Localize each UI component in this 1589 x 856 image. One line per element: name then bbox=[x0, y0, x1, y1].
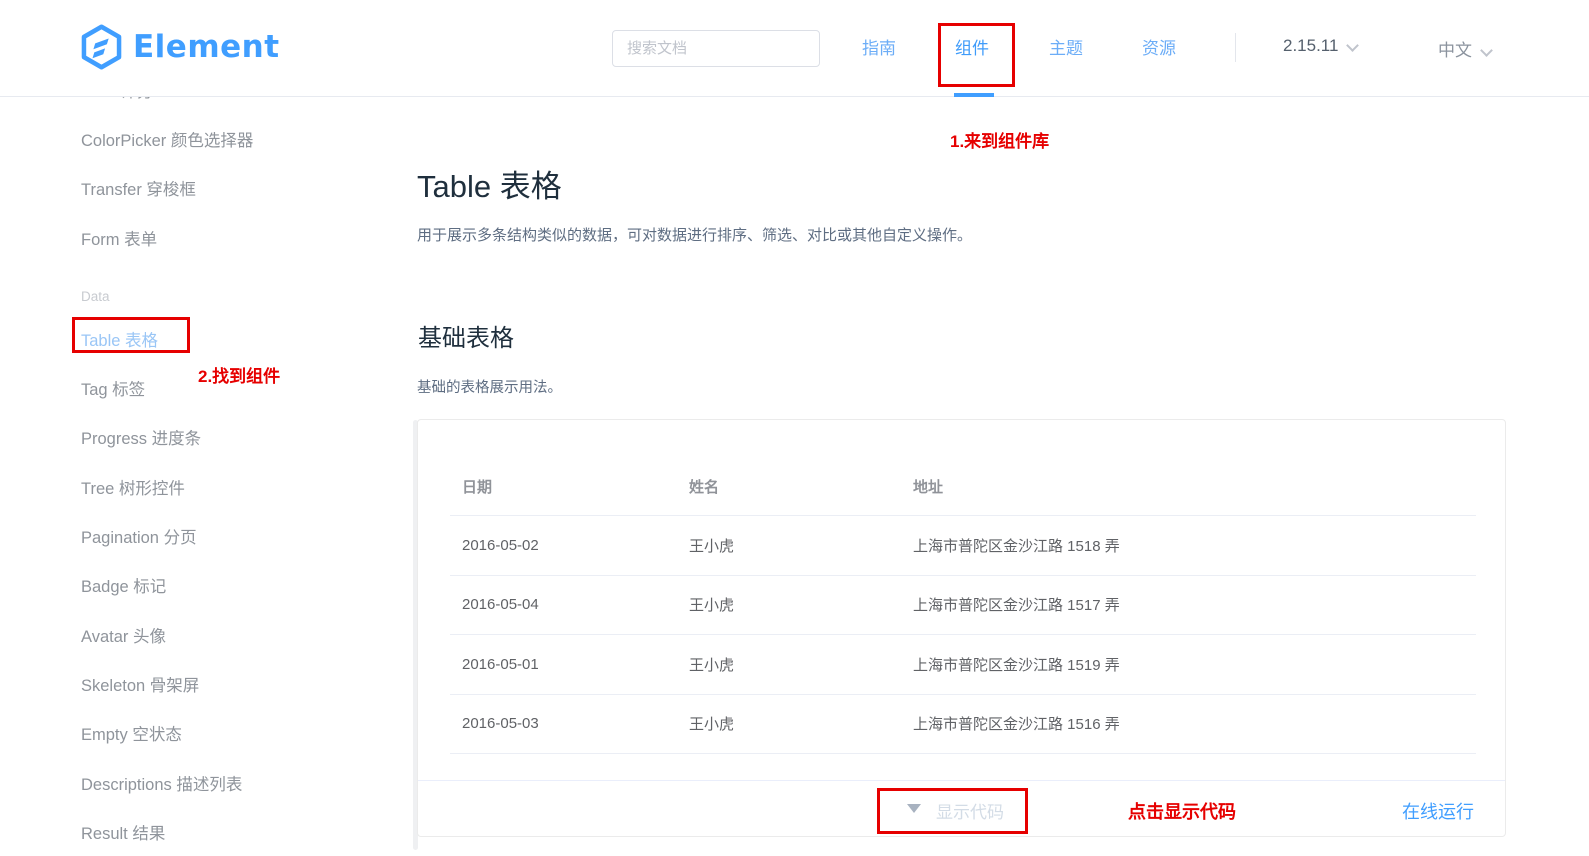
cell-date: 2016-05-03 bbox=[450, 715, 677, 732]
annotation-step2: 2.找到组件 bbox=[198, 362, 280, 387]
sidebar-item-result[interactable]: Result 结果 bbox=[0, 807, 412, 856]
cell-address: 上海市普陀区金沙江路 1518 弄 bbox=[901, 535, 1476, 556]
basic-table: 日期 姓名 地址 2016-05-02 王小虎 上海市普陀区金沙江路 1518 … bbox=[450, 457, 1476, 754]
cell-address: 上海市普陀区金沙江路 1519 弄 bbox=[901, 654, 1476, 675]
table-header-row: 日期 姓名 地址 bbox=[450, 457, 1476, 516]
cell-date: 2016-05-02 bbox=[450, 537, 677, 554]
annotation-step1: 1.来到组件库 bbox=[950, 127, 1049, 152]
cell-date: 2016-05-04 bbox=[450, 596, 677, 613]
sidebar-item-table[interactable]: Table 表格 bbox=[0, 314, 412, 363]
element-logo[interactable]: Element bbox=[79, 24, 280, 70]
sidebar-item-empty[interactable]: Empty 空状态 bbox=[0, 709, 412, 758]
sidebar-item-avatar[interactable]: Avatar 头像 bbox=[0, 610, 412, 659]
search-input[interactable] bbox=[612, 30, 820, 67]
column-header-address: 地址 bbox=[901, 476, 1476, 497]
cell-name: 王小虎 bbox=[677, 654, 901, 675]
sidebar-item-badge[interactable]: Badge 标记 bbox=[0, 561, 412, 610]
element-hexagon-icon bbox=[79, 24, 124, 70]
nav-guide[interactable]: 指南 bbox=[849, 34, 909, 59]
demo-control-bar[interactable]: 显示代码 点击显示代码 在线运行 bbox=[418, 780, 1505, 836]
page-title: Table 表格 bbox=[417, 161, 562, 206]
table-row: 2016-05-01 王小虎 上海市普陀区金沙江路 1519 弄 bbox=[450, 635, 1476, 695]
cell-name: 王小虎 bbox=[677, 713, 901, 734]
column-header-name: 姓名 bbox=[677, 476, 901, 497]
section-title-basic-table[interactable]: 基础表格 bbox=[418, 318, 514, 353]
section-description: 基础的表格展示用法。 bbox=[417, 376, 562, 397]
sidebar-item-skeleton[interactable]: Skeleton 骨架屏 bbox=[0, 659, 412, 708]
cell-date: 2016-05-01 bbox=[450, 656, 677, 673]
sidebar-item-descriptions[interactable]: Descriptions 描述列表 bbox=[0, 758, 412, 807]
column-header-date: 日期 bbox=[450, 476, 677, 497]
sidebar-item-pagination[interactable]: Pagination 分页 bbox=[0, 511, 412, 560]
show-code-button[interactable]: 显示代码 bbox=[936, 798, 1004, 823]
table-row: 2016-05-04 王小虎 上海市普陀区金沙江路 1517 弄 bbox=[450, 576, 1476, 636]
language-dropdown[interactable]: 中文 bbox=[1438, 36, 1491, 61]
sidebar-item-form[interactable]: Form 表单 bbox=[0, 213, 412, 262]
logo-wordmark: Element bbox=[133, 29, 280, 65]
nav-theme[interactable]: 主题 bbox=[1036, 34, 1096, 59]
cell-name: 王小虎 bbox=[677, 594, 901, 615]
table-row: 2016-05-03 王小虎 上海市普陀区金沙江路 1516 弄 bbox=[450, 695, 1476, 755]
cell-address: 上海市普陀区金沙江路 1517 弄 bbox=[901, 594, 1476, 615]
component-sidebar: Rate 评分 ColorPicker 颜色选择器 Transfer 穿梭框 F… bbox=[0, 65, 412, 856]
sidebar-item-colorpicker[interactable]: ColorPicker 颜色选择器 bbox=[0, 114, 412, 163]
sidebar-item-transfer[interactable]: Transfer 穿梭框 bbox=[0, 164, 412, 213]
demo-block: 日期 姓名 地址 2016-05-02 王小虎 上海市普陀区金沙江路 1518 … bbox=[417, 419, 1506, 837]
top-header: Element 指南 组件 主题 资源 2.15.11 中文 bbox=[0, 0, 1589, 97]
sidebar-item-tree[interactable]: Tree 树形控件 bbox=[0, 462, 412, 511]
nav-resources[interactable]: 资源 bbox=[1129, 34, 1189, 59]
version-label: 2.15.11 bbox=[1283, 36, 1338, 55]
table-row: 2016-05-02 王小虎 上海市普陀区金沙江路 1518 弄 bbox=[450, 516, 1476, 576]
run-online-link[interactable]: 在线运行 bbox=[1402, 798, 1474, 824]
header-divider bbox=[1235, 33, 1236, 62]
language-label: 中文 bbox=[1438, 41, 1472, 60]
sidebar-group-data: Data bbox=[0, 279, 412, 314]
nav-components[interactable]: 组件 bbox=[942, 34, 1002, 59]
annotation-step3: 点击显示代码 bbox=[1128, 798, 1236, 824]
chevron-down-icon bbox=[1480, 44, 1493, 57]
page-intro: 用于展示多条结构类似的数据，可对数据进行排序、筛选、对比或其他自定义操作。 bbox=[417, 224, 972, 245]
cell-address: 上海市普陀区金沙江路 1516 弄 bbox=[901, 713, 1476, 734]
chevron-down-icon bbox=[1347, 39, 1360, 52]
caret-down-icon bbox=[907, 804, 921, 813]
cell-name: 王小虎 bbox=[677, 535, 901, 556]
version-dropdown[interactable]: 2.15.11 bbox=[1283, 36, 1357, 56]
active-tab-underline bbox=[954, 93, 994, 97]
sidebar-item-progress[interactable]: Progress 进度条 bbox=[0, 413, 412, 462]
